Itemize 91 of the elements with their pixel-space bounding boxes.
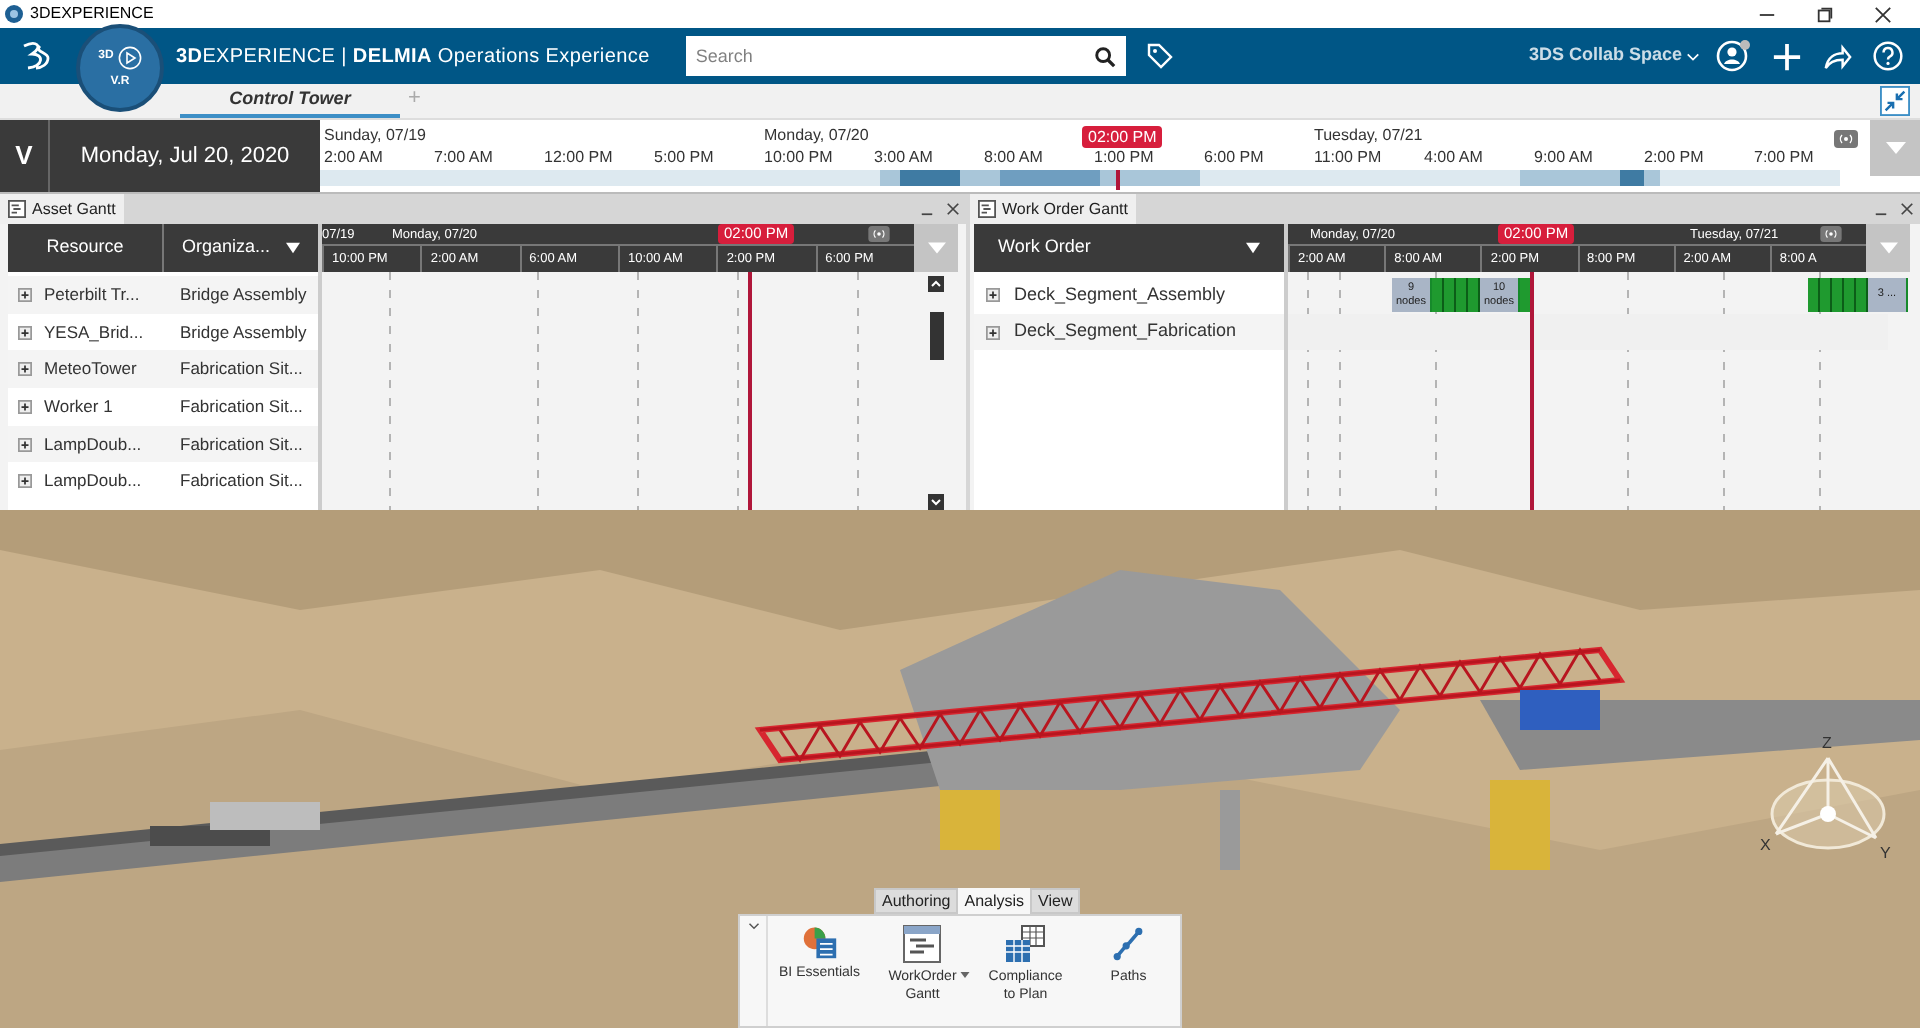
app-icon <box>4 4 24 24</box>
panel-tab[interactable]: Work Order Gantt <box>970 194 1136 224</box>
organization-cell: Bridge Assembly <box>180 319 307 345</box>
share-icon[interactable] <box>1822 41 1852 71</box>
ribbon-tab[interactable]: Authoring <box>874 888 959 914</box>
search-button[interactable] <box>1085 36 1126 76</box>
search-icon[interactable] <box>1094 45 1117 67</box>
expand-icon[interactable] <box>18 362 32 377</box>
day-label: Sunday, 07/19 <box>324 126 429 146</box>
table-icon <box>1003 924 1048 964</box>
time-label: 7:00 PM <box>1754 146 1816 168</box>
restore-icon[interactable] <box>1816 5 1834 23</box>
axis-label: X <box>1760 836 1771 854</box>
gantt-icon <box>978 200 996 218</box>
expand-icon[interactable] <box>986 325 1000 340</box>
resource-cell-text: MeteoTower <box>44 356 139 383</box>
axis-label: Y <box>1880 844 1891 862</box>
column-header[interactable]: Work Order <box>974 224 1284 272</box>
resource-cell-text: YESA_Brid... <box>44 319 146 345</box>
collapse-icon[interactable] <box>1880 86 1910 116</box>
caret-icon <box>1885 142 1905 154</box>
time-label: 10:00 PM <box>764 146 835 168</box>
help-icon[interactable] <box>1872 40 1904 72</box>
time-label: 4:00 AM <box>1424 146 1485 168</box>
panel-tab[interactable]: Asset Gantt <box>0 194 124 224</box>
organization-cell: Fabrication Sit... <box>180 431 303 457</box>
current-date: Monday, Jul 20, 2020 <box>78 141 292 172</box>
scroll-up-icon[interactable] <box>928 276 944 292</box>
resource-cell-text: Peterbilt Tr... <box>44 281 142 308</box>
add-icon[interactable] <box>1772 41 1802 71</box>
scroll-down-icon[interactable] <box>928 494 944 510</box>
live-icon[interactable] <box>868 226 890 242</box>
time-label: 1:00 PM <box>1094 146 1156 168</box>
day-label: Tuesday, 07/21 <box>1314 126 1424 146</box>
expand-icon[interactable] <box>18 474 32 489</box>
space-selector[interactable]: 3DS Collab Space <box>1528 42 1700 70</box>
close-icon[interactable] <box>1900 202 1914 216</box>
time-label: 8:00 AM <box>984 146 1045 168</box>
organization-cell: Bridge Assembly <box>180 281 307 308</box>
axis-label: Z <box>1822 734 1832 752</box>
caret-icon <box>1879 242 1897 254</box>
time-label: 2:00 PM <box>1644 146 1706 168</box>
tag-icon[interactable] <box>1145 42 1174 70</box>
time-label: 7:00 AM <box>434 146 495 168</box>
expand-icon[interactable] <box>18 399 32 414</box>
ribbon-tab[interactable]: View <box>1030 888 1081 914</box>
work-order-cell-text: Deck_Segment_Fabrication <box>1014 318 1237 345</box>
time-label: 9:00 AM <box>1534 146 1595 168</box>
live-icon[interactable] <box>1834 130 1858 148</box>
expand-icon[interactable] <box>18 437 32 452</box>
resource-cell-text: LampDoub... <box>44 468 144 495</box>
organization-cell: Fabrication Sit... <box>180 356 303 383</box>
column-header[interactable]: Resource <box>8 224 164 272</box>
time-label: 12:00 PM <box>544 146 615 168</box>
organization-cell: Fabrication Sit... <box>180 468 303 495</box>
brand-title: 3DEXPERIENCE | DELMIA Operations Experience <box>176 43 650 71</box>
time-label: 6:00 PM <box>1204 146 1266 168</box>
bi-essentials-icon <box>801 924 838 960</box>
time-label: 2:00 AM <box>324 146 385 168</box>
play-icon <box>117 45 142 69</box>
close-icon[interactable] <box>946 202 960 216</box>
expand-icon[interactable] <box>986 287 1000 302</box>
path-icon <box>1110 924 1147 964</box>
time-label: 5:00 PM <box>654 146 716 168</box>
live-icon[interactable] <box>1820 226 1842 242</box>
expand-icon[interactable] <box>18 287 32 302</box>
filter-icon[interactable] <box>1246 242 1260 254</box>
column-header[interactable]: Organiza... <box>164 224 318 272</box>
gantt-icon <box>902 924 943 964</box>
expand-icon[interactable] <box>18 325 32 340</box>
time-marker: 02:00 PM <box>1082 126 1163 148</box>
chevron-down-icon <box>1686 49 1700 63</box>
resource-cell-text: Worker 1 <box>44 394 115 420</box>
caret-icon <box>927 242 945 254</box>
user-icon[interactable] <box>1716 38 1752 74</box>
search-field[interactable]: Search <box>685 36 1086 76</box>
caret-icon[interactable] <box>960 972 971 978</box>
chevron-down-icon[interactable] <box>747 922 759 930</box>
collapse-timeline-button[interactable]: V <box>0 120 50 192</box>
close-icon[interactable] <box>1874 5 1892 23</box>
resource-cell-text: LampDoub... <box>44 431 144 457</box>
work-order-cell-text: Deck_Segment_Assembly <box>1014 281 1226 308</box>
time-label: 3:00 AM <box>874 146 935 168</box>
time-label: 11:00 PM <box>1314 146 1384 168</box>
scroll-thumb[interactable] <box>929 312 943 360</box>
day-label: Monday, 07/20 <box>764 126 871 146</box>
filter-icon[interactable] <box>286 242 301 254</box>
gantt-icon <box>8 200 26 218</box>
ribbon-tab[interactable]: Analysis <box>958 888 1031 914</box>
organization-cell: Fabrication Sit... <box>180 394 303 420</box>
window-title: 3DEXPERIENCE <box>30 2 154 26</box>
